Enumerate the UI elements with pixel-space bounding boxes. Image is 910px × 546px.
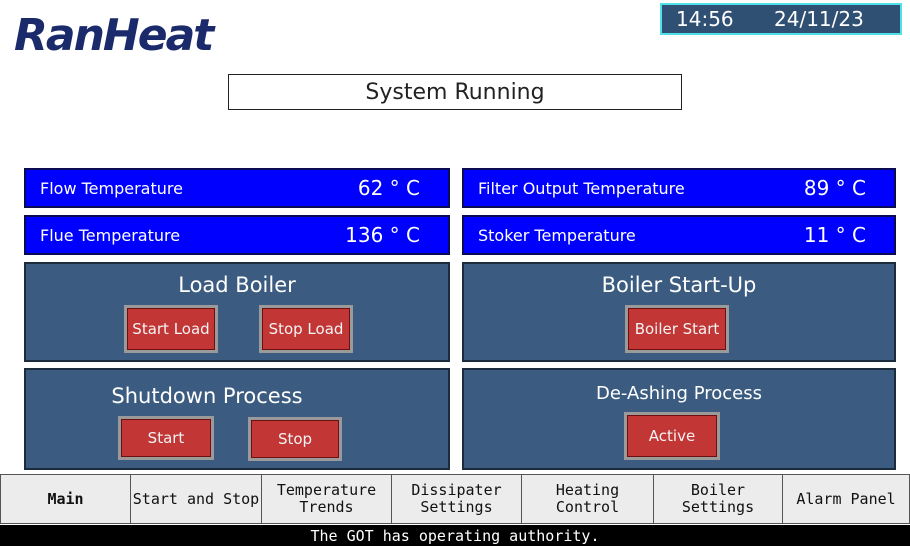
temp-label: Flow Temperature [40, 178, 183, 198]
clock-display: 14:56 24/11/23 [660, 3, 902, 35]
boiler-start-button[interactable]: Boiler Start [625, 305, 729, 353]
panel-title: Load Boiler [178, 273, 296, 297]
shutdown-stop-button[interactable]: Stop [248, 417, 342, 461]
nav-main[interactable]: Main [0, 474, 131, 524]
clock-time: 14:56 [676, 7, 734, 31]
nav-alarm-panel[interactable]: Alarm Panel [782, 474, 910, 524]
stop-load-button[interactable]: Stop Load [259, 305, 353, 353]
start-load-button[interactable]: Start Load [124, 305, 218, 353]
clock-date: 24/11/23 [774, 7, 864, 31]
flue-temperature-display: Flue Temperature 136 ° C [24, 215, 450, 255]
nav-dissipater-settings[interactable]: Dissipater Settings [391, 474, 522, 524]
panel-title: Shutdown Process [111, 384, 303, 408]
deashing-active-button[interactable]: Active [624, 412, 720, 460]
panel-title: Boiler Start-Up [601, 273, 757, 297]
nav-boiler-settings[interactable]: Boiler Settings [653, 474, 783, 524]
temp-value: 11 ° C [803, 223, 866, 247]
temp-label: Filter Output Temperature [478, 178, 685, 198]
boiler-startup-panel: Boiler Start-Up Boiler Start [462, 262, 896, 362]
ranheat-logo: RanHeat [14, 10, 214, 61]
panel-title: De-Ashing Process [596, 383, 762, 404]
nav-start-and-stop[interactable]: Start and Stop [130, 474, 262, 524]
temp-value: 89 ° C [803, 176, 866, 200]
system-status: System Running [228, 74, 682, 110]
operating-authority-bar: The GOT has operating authority. [0, 525, 910, 546]
filter-output-temperature-display: Filter Output Temperature 89 ° C [462, 168, 896, 208]
bottom-navigation: Main Start and Stop Temperature Trends D… [0, 474, 910, 524]
load-boiler-panel: Load Boiler Start Load Stop Load [24, 262, 450, 362]
shutdown-start-button[interactable]: Start [118, 416, 214, 460]
shutdown-process-panel: Shutdown Process Start Stop [24, 368, 450, 470]
temp-label: Flue Temperature [40, 225, 181, 245]
flow-temperature-display: Flow Temperature 62 ° C [24, 168, 450, 208]
deashing-process-panel: De-Ashing Process Active [462, 368, 896, 470]
stoker-temperature-display: Stoker Temperature 11 ° C [462, 215, 896, 255]
temp-label: Stoker Temperature [478, 225, 636, 245]
temp-value: 136 ° C [345, 223, 420, 247]
temp-value: 62 ° C [357, 176, 420, 200]
nav-heating-control[interactable]: Heating Control [521, 474, 654, 524]
nav-temperature-trends[interactable]: Temperature Trends [261, 474, 392, 524]
